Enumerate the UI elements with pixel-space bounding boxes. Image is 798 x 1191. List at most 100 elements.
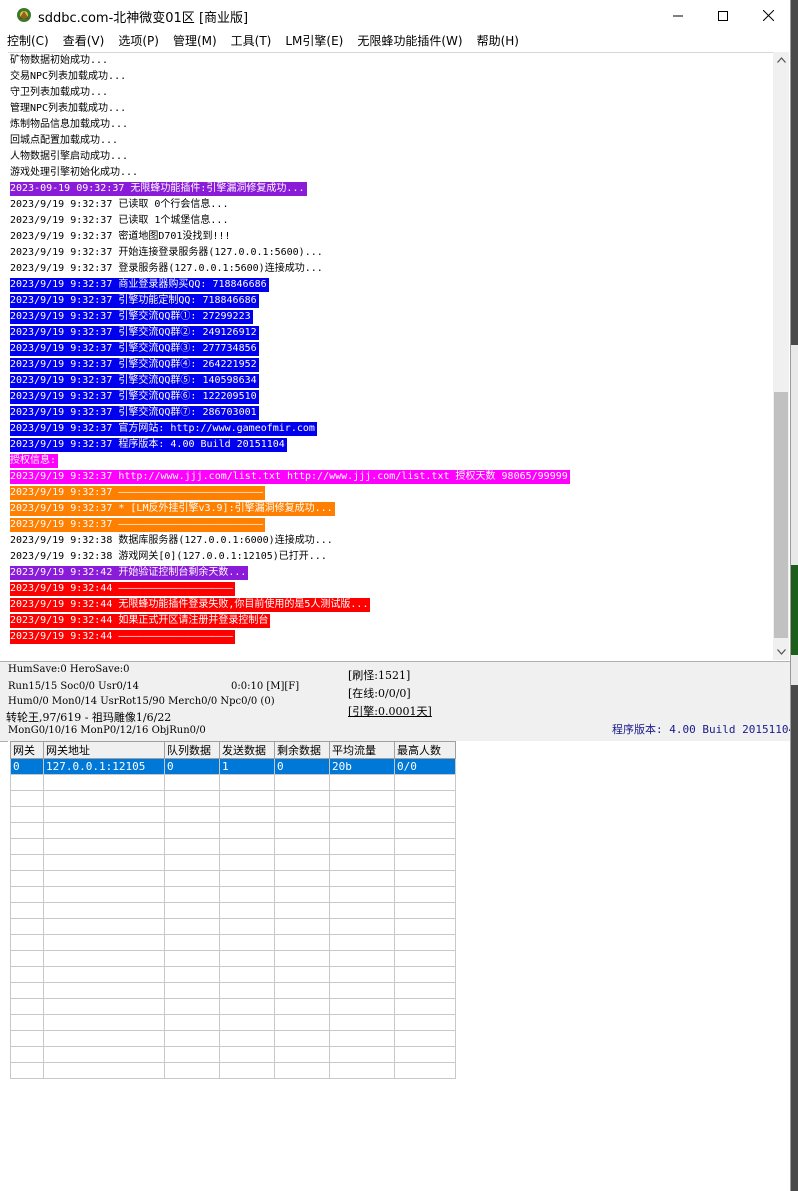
table-cell <box>329 790 395 807</box>
log-scrollbar[interactable] <box>773 52 789 660</box>
table-cell <box>10 934 44 951</box>
table-row[interactable] <box>10 822 456 839</box>
log-line: 2023/9/19 9:32:44 如果正式开区请注册并登录控制台 <box>8 613 773 629</box>
close-button[interactable] <box>745 0 790 31</box>
menu-control[interactable]: 控制(C) <box>0 31 56 51</box>
gateway-table[interactable]: 网关 网关地址 队列数据 发送数据 剩余数据 平均流量 最高人数 0 127.0.0.1:12… <box>10 741 456 1079</box>
menu-plugin[interactable]: 无限蜂功能插件(W) <box>350 31 469 51</box>
menu-lm-engine[interactable]: LM引擎(E) <box>278 31 350 51</box>
table-row[interactable] <box>10 998 456 1015</box>
log-line-text: 2023/9/19 9:32:37 官方网站: http://www.gameo… <box>10 422 317 436</box>
table-cell <box>10 982 44 999</box>
table-row[interactable] <box>10 950 456 967</box>
table-cell <box>43 950 165 967</box>
table-row[interactable] <box>10 1062 456 1079</box>
menu-options[interactable]: 选项(P) <box>111 31 166 51</box>
table-cell <box>274 982 330 999</box>
table-row[interactable] <box>10 1014 456 1031</box>
table-cell <box>10 790 44 807</box>
table-cell <box>329 838 395 855</box>
table-cell <box>274 790 330 807</box>
menu-view[interactable]: 查看(V) <box>56 31 112 51</box>
scroll-down-button[interactable] <box>773 644 789 660</box>
title-bar[interactable]: sddbc.com-北神微变01区 [商业版] <box>0 0 790 31</box>
log-line: 2023/9/19 9:32:37 引擎交流QQ群④: 264221952 <box>8 357 773 373</box>
table-row[interactable] <box>10 838 456 855</box>
log-line-text: 2023-09-19 09:32:37 无限蜂功能插件:引擎漏洞修复成功... <box>10 182 307 196</box>
table-cell <box>10 902 44 919</box>
log-line: 2023/9/19 9:32:37 登录服务器(127.0.0.1:5600)连… <box>8 261 773 277</box>
log-line: 2023/9/19 9:32:44 无限蜂功能插件登录失败,你目前使用的是5人测… <box>8 597 773 613</box>
table-cell <box>219 774 275 791</box>
menu-bar: 控制(C) 查看(V) 选项(P) 管理(M) 工具(T) LM引擎(E) 无限… <box>0 31 790 51</box>
status-engine[interactable]: [引擎:0.0001天] <box>348 703 432 719</box>
log-line-text: 2023/9/19 9:32:37 登录服务器(127.0.0.1:5600)连… <box>10 263 323 274</box>
scroll-up-button[interactable] <box>773 52 789 68</box>
log-line-text: 炼制物品信息加载成功... <box>10 119 129 130</box>
table-cell <box>10 854 44 871</box>
table-cell <box>43 822 165 839</box>
maximize-button[interactable] <box>700 0 746 31</box>
status-boss: 转轮王,97/619 - 祖玛雕像1/6/22 <box>6 711 172 724</box>
table-cell <box>10 918 44 935</box>
table-row[interactable] <box>10 982 456 999</box>
table-cell <box>219 886 275 903</box>
minimize-button[interactable] <box>655 0 701 31</box>
table-row[interactable] <box>10 918 456 935</box>
table-cell <box>219 790 275 807</box>
table-cell <box>394 1062 456 1079</box>
table-cell <box>274 854 330 871</box>
table-cell <box>394 1014 456 1031</box>
table-cell <box>329 1046 395 1063</box>
log-line-text: 2023/9/19 9:32:37 已读取 0个行会信息... <box>10 199 229 210</box>
table-row[interactable]: 0 127.0.0.1:12105 0 1 0 20b 0/0 <box>10 758 456 775</box>
table-row[interactable] <box>10 902 456 919</box>
table-cell <box>164 950 220 967</box>
column-header[interactable]: 剩余数据 <box>274 741 330 759</box>
table-cell <box>164 998 220 1015</box>
log-line: 游戏处理引擎初始化成功... <box>8 165 773 181</box>
column-header[interactable]: 队列数据 <box>164 741 220 759</box>
table-cell <box>164 806 220 823</box>
table-cell <box>43 1030 165 1047</box>
table-cell <box>219 838 275 855</box>
log-line: 矿物数据初始成功... <box>8 53 773 69</box>
log-line-text: 2023/9/19 9:32:37 ——————————————————————… <box>10 486 265 500</box>
menu-help[interactable]: 帮助(H) <box>470 31 526 51</box>
table-row[interactable] <box>10 854 456 871</box>
table-cell <box>43 870 165 887</box>
table-cell: 0 <box>274 758 330 775</box>
log-panel[interactable]: 矿物数据初始成功... 交易NPC列表加载成功... 守卫列表加载成功... 管理NP… <box>8 52 773 661</box>
column-header[interactable]: 最高人数 <box>394 741 456 759</box>
column-header[interactable]: 平均流量 <box>329 741 395 759</box>
table-row[interactable] <box>10 806 456 823</box>
table-cell <box>164 838 220 855</box>
table-cell <box>219 918 275 935</box>
table-cell <box>164 934 220 951</box>
table-row[interactable] <box>10 870 456 887</box>
column-header[interactable]: 网关地址 <box>43 741 165 759</box>
log-line-text: 游戏处理引擎初始化成功... <box>10 167 139 178</box>
menu-manage[interactable]: 管理(M) <box>166 31 224 51</box>
table-cell <box>10 886 44 903</box>
table-cell <box>329 1030 395 1047</box>
log-line: 2023/9/19 9:32:37 已读取 0个行会信息... <box>8 197 773 213</box>
table-row[interactable] <box>10 1030 456 1047</box>
table-row[interactable] <box>10 790 456 807</box>
table-row[interactable] <box>10 1046 456 1063</box>
log-line-text: 2023/9/19 9:32:37 引擎交流QQ群③: 277734856 <box>10 342 259 356</box>
table-row[interactable] <box>10 774 456 791</box>
table-row[interactable] <box>10 934 456 951</box>
column-header[interactable]: 网关 <box>10 741 44 759</box>
table-cell <box>43 902 165 919</box>
table-cell <box>329 918 395 935</box>
column-header[interactable]: 发送数据 <box>219 741 275 759</box>
table-row[interactable] <box>10 886 456 903</box>
scroll-thumb[interactable] <box>774 392 788 638</box>
log-line: 2023/9/19 9:32:37 引擎交流QQ群⑥: 122209510 <box>8 389 773 405</box>
menu-tools[interactable]: 工具(T) <box>224 31 279 51</box>
table-cell <box>43 934 165 951</box>
table-row[interactable] <box>10 966 456 983</box>
table-cell <box>10 870 44 887</box>
table-cell <box>164 1062 220 1079</box>
